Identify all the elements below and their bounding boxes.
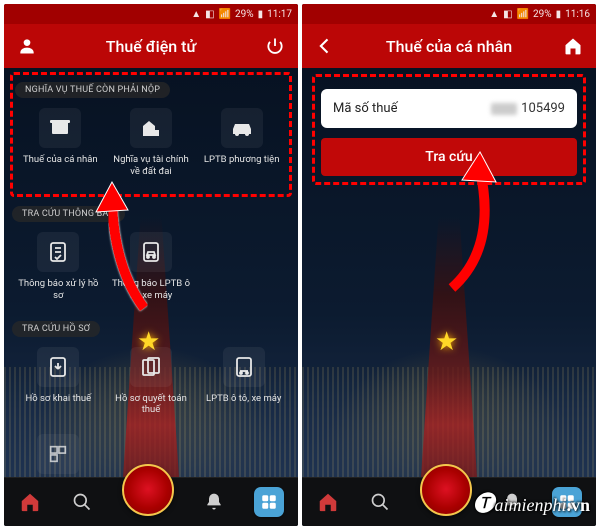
bottom-nav [4, 477, 298, 526]
nav-bell-icon[interactable] [202, 490, 226, 514]
phone-screen-left: ▲◧📶 29% ▮ 11:17 Thuế điện tử ★ NGHĨA VỤ … [4, 4, 298, 526]
document-car-icon [130, 232, 172, 272]
app-header: Thuế điện tử [4, 24, 298, 68]
user-icon[interactable] [16, 35, 38, 57]
section-label-obligation: NGHĨA VỤ THUẾ CÒN PHẢI NỘP [15, 82, 170, 98]
tile-land-finance[interactable]: Nghĩa vụ tài chính về đất đai [108, 104, 195, 182]
tile-notice-vehicle[interactable]: Thông báo LPTB ô tô, xe máy [107, 228, 196, 306]
nav-seal-icon[interactable] [122, 464, 174, 516]
document-vehicle-icon [223, 347, 265, 387]
document-arrow-icon [37, 347, 79, 387]
grid-icon [37, 434, 79, 474]
documents-icon [130, 347, 172, 387]
tile-notice-dossier[interactable]: Thông báo xử lý hồ sơ [14, 228, 103, 306]
app-header: Thuế của cá nhân [302, 24, 596, 68]
back-icon[interactable] [314, 35, 336, 57]
section-label-notice: TRA CỨU THÔNG BÁO [12, 206, 125, 222]
lookup-button[interactable]: Tra cứu [321, 138, 577, 176]
tax-code-label: Mã số thuế [333, 101, 397, 116]
status-bar: ▲◧📶 29% ▮ 11:16 [302, 4, 596, 24]
land-icon [130, 108, 172, 148]
tile-extra[interactable] [14, 430, 103, 477]
tile-dossier-vehicle[interactable]: LPTB ô tô, xe máy [199, 343, 288, 421]
power-icon[interactable] [264, 35, 286, 57]
tile-dossier-settlement[interactable]: Hồ sơ quyết toán thuế [107, 343, 196, 421]
nav-apps-icon[interactable] [254, 487, 284, 517]
tile-personal-tax[interactable]: Thuế của cá nhân [17, 104, 104, 182]
nav-apps-icon[interactable] [552, 487, 582, 517]
masked-value [491, 103, 517, 115]
car-icon [221, 108, 263, 148]
document-check-icon [37, 232, 79, 272]
nav-home-icon[interactable] [18, 490, 42, 514]
highlight-box-obligations: NGHĨA VỤ THUẾ CÒN PHẢI NỘP Thuế của cá n… [10, 72, 292, 197]
header-title: Thuế điện tử [38, 37, 264, 56]
tax-code-value: 105499 [521, 101, 565, 116]
nav-search-icon[interactable] [70, 490, 94, 514]
header-title: Thuế của cá nhân [336, 37, 562, 56]
nav-search-icon[interactable] [368, 490, 392, 514]
phone-screen-right: ▲◧📶 29% ▮ 11:16 Thuế của cá nhân ★ Mã số [302, 4, 596, 526]
highlight-box-form: Mã số thuế 105499 Tra cứu [312, 74, 586, 185]
tile-dossier-declare[interactable]: Hồ sơ khai thuế [14, 343, 103, 421]
home-icon[interactable] [562, 35, 584, 57]
nav-home-icon[interactable] [316, 490, 340, 514]
personal-tax-icon [39, 108, 81, 148]
bottom-nav [302, 477, 596, 526]
section-label-dossier: TRA CỨU HỒ SƠ [12, 321, 100, 337]
nav-bell-icon[interactable] [500, 490, 524, 514]
tile-vehicle-fee[interactable]: LPTB phương tiện [198, 104, 285, 182]
tax-code-field[interactable]: Mã số thuế 105499 [321, 89, 577, 128]
nav-seal-icon[interactable] [420, 464, 472, 516]
status-bar: ▲◧📶 29% ▮ 11:17 [4, 4, 298, 24]
